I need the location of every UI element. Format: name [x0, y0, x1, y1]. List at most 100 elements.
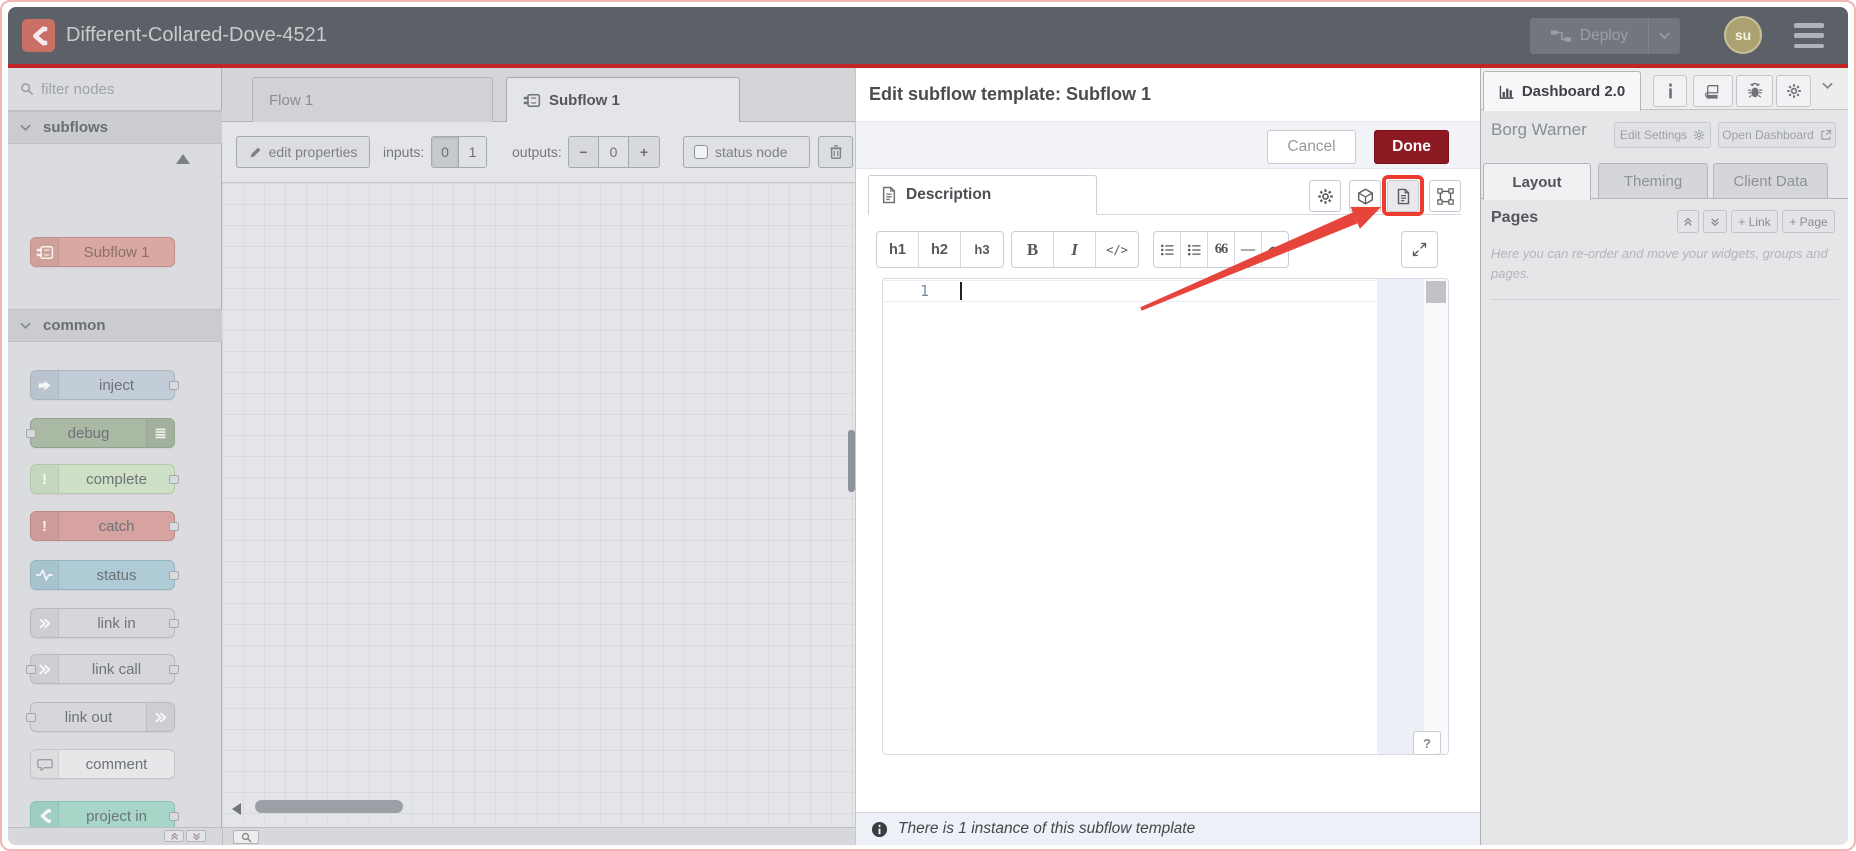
tab-theming[interactable]: Theming — [1598, 163, 1708, 198]
bug-icon — [1747, 83, 1763, 99]
unordered-list-button[interactable] — [1181, 232, 1208, 267]
description-editor[interactable]: 1 — [882, 278, 1449, 755]
tab-description[interactable]: Description — [868, 175, 1097, 215]
output-port[interactable] — [169, 475, 179, 484]
palette-node-comment[interactable]: comment — [30, 749, 175, 779]
deploy-button-main[interactable]: Deploy — [1530, 27, 1648, 45]
editor-scrollbar-thumb[interactable] — [1426, 281, 1446, 303]
subflow-properties-button[interactable] — [1309, 180, 1341, 212]
palette-node-label: link out — [64, 708, 113, 726]
open-dashboard-button[interactable]: Open Dashboard — [1718, 122, 1836, 148]
palette-section-common[interactable]: common — [8, 309, 222, 342]
tab-client-data[interactable]: Client Data — [1713, 163, 1828, 198]
user-avatar[interactable]: su — [1724, 16, 1762, 54]
input-port[interactable] — [26, 665, 36, 674]
link-chain-icon — [1267, 242, 1283, 258]
palette-expand-all-button[interactable] — [186, 830, 206, 842]
deploy-button[interactable]: Deploy — [1530, 18, 1680, 54]
link-button[interactable] — [1262, 232, 1288, 267]
output-port[interactable] — [169, 381, 179, 390]
bold-button[interactable]: B — [1012, 232, 1054, 267]
status-node-toggle[interactable]: status node — [683, 136, 810, 168]
edit-settings-button[interactable]: Edit Settings — [1614, 122, 1711, 148]
trash-icon — [829, 144, 843, 160]
output-port[interactable] — [169, 571, 179, 580]
subflow-icon — [31, 238, 59, 266]
tab-label: Description — [906, 186, 992, 203]
sidebar-more-tabs-button[interactable] — [1822, 82, 1833, 90]
sidebar-help-button[interactable] — [1693, 75, 1733, 107]
input-port[interactable] — [26, 429, 36, 438]
input-port[interactable] — [26, 713, 36, 722]
output-port[interactable] — [169, 619, 179, 628]
main-menu-button[interactable] — [1794, 23, 1824, 48]
inputs-option-1[interactable]: 1 — [459, 137, 486, 167]
palette-node-link-call[interactable]: link call — [26, 654, 179, 684]
outputs-increment-button[interactable]: + — [629, 137, 659, 167]
tab-flow-1[interactable]: Flow 1 — [252, 77, 493, 122]
double-chevron-down-icon — [192, 832, 201, 841]
sidebar-config-button[interactable] — [1776, 75, 1811, 107]
h3-button[interactable]: h3 — [961, 232, 1003, 267]
palette-node-subflow-1[interactable]: Subflow 1 — [30, 237, 175, 267]
outputs-decrement-button[interactable]: − — [569, 137, 599, 167]
output-port[interactable] — [169, 812, 179, 821]
outputs-value[interactable]: 0 — [599, 137, 629, 167]
h2-button[interactable]: h2 — [919, 232, 961, 267]
palette-node-debug[interactable]: debug — [26, 418, 175, 448]
pages-expand-all-button[interactable] — [1703, 210, 1727, 233]
palette-scroll-up-icon[interactable] — [176, 154, 190, 164]
status-node-checkbox[interactable] — [694, 145, 708, 159]
edit-properties-button[interactable]: edit properties — [236, 136, 370, 168]
flow-canvas[interactable] — [222, 183, 855, 827]
delete-subflow-button[interactable] — [818, 136, 853, 168]
done-button[interactable]: Done — [1374, 130, 1449, 164]
subflow-module-properties-button[interactable] — [1429, 180, 1461, 212]
section-label: subflows — [43, 119, 109, 136]
add-page-button[interactable]: + Page — [1782, 210, 1835, 233]
editor-vertical-scrollbar[interactable] — [1424, 279, 1448, 754]
deploy-icon — [1550, 29, 1572, 43]
palette-node-link-out[interactable]: link out — [26, 702, 175, 732]
output-port[interactable] — [169, 665, 179, 674]
palette-node-catch[interactable]: ! catch — [30, 511, 179, 541]
node-palette: subflows Subflow 1 common inject debug — [8, 68, 222, 845]
add-link-button[interactable]: + Link — [1731, 210, 1778, 233]
expand-editor-button[interactable] — [1401, 231, 1438, 268]
tab-layout[interactable]: Layout — [1483, 163, 1591, 200]
canvas-scroll-left-icon[interactable] — [232, 803, 241, 815]
palette-node-inject[interactable]: inject — [30, 370, 179, 400]
filter-nodes-input[interactable] — [41, 80, 171, 98]
subflow-appearance-button[interactable] — [1349, 180, 1381, 212]
tray-resize-handle[interactable] — [848, 430, 855, 492]
deploy-options-button[interactable] — [1648, 18, 1680, 54]
tab-label: Flow 1 — [269, 91, 314, 109]
canvas-search-button[interactable] — [233, 830, 259, 844]
editor-help-button[interactable]: ? — [1413, 731, 1441, 755]
horizontal-rule-button[interactable]: — — [1235, 232, 1262, 267]
gear-icon — [1786, 83, 1802, 99]
inputs-option-0[interactable]: 0 — [432, 137, 459, 167]
output-port[interactable] — [169, 522, 179, 531]
palette-section-subflows[interactable]: subflows — [8, 111, 222, 144]
palette-collapse-all-button[interactable] — [164, 830, 184, 842]
annotation-highlight-box — [1382, 175, 1424, 216]
tab-label: Theming — [1623, 172, 1683, 190]
ordered-list-button[interactable] — [1154, 232, 1181, 267]
cancel-button[interactable]: Cancel — [1267, 130, 1356, 164]
blockquote-button[interactable]: 66 — [1208, 232, 1235, 267]
palette-node-link-in[interactable]: link in — [30, 608, 179, 638]
tab-dashboard-2[interactable]: Dashboard 2.0 — [1483, 71, 1641, 111]
code-button[interactable]: </> — [1096, 232, 1138, 267]
h1-button[interactable]: h1 — [877, 232, 919, 267]
editor-minimap[interactable] — [1377, 279, 1424, 754]
italic-button[interactable]: I — [1054, 232, 1096, 267]
pages-collapse-all-button[interactable] — [1677, 210, 1699, 233]
palette-node-status[interactable]: status — [30, 560, 179, 590]
tab-subflow-1[interactable]: Subflow 1 — [506, 77, 740, 123]
canvas-horizontal-scrollbar[interactable] — [255, 800, 403, 813]
palette-node-complete[interactable]: ! complete — [30, 464, 179, 494]
sidebar-info-button[interactable] — [1653, 75, 1687, 107]
sidebar-debug-button[interactable] — [1736, 75, 1773, 107]
inputs-label: inputs: — [383, 144, 425, 160]
